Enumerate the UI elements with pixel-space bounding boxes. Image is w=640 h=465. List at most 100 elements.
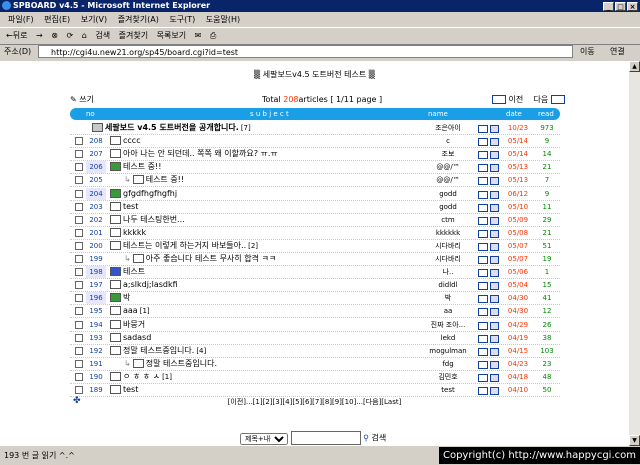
subject-text[interactable]: 정말 테스트중입니다. — [146, 359, 217, 368]
row-subject[interactable]: 나두 테스팅한번... — [110, 214, 185, 226]
close-button[interactable]: × — [627, 2, 638, 11]
mail-icon[interactable] — [478, 151, 488, 160]
mail-icon[interactable] — [478, 164, 488, 173]
row-subject[interactable]: ㅇ ㅎ ㅎ ㅅ [1] — [110, 371, 172, 383]
row-subject[interactable]: 테스트 — [110, 266, 145, 278]
mail-icon[interactable] — [478, 216, 488, 225]
menu-view[interactable]: 보기(V) — [81, 15, 107, 24]
row-subject[interactable]: 바뭉거 — [110, 319, 145, 331]
mail-icon[interactable] — [478, 387, 488, 395]
table-row[interactable]: 199 ↳ 아주 좋습니다 테스트 무사히 합격 ㅋㅋ 시다바리 05/07 19 — [70, 253, 560, 266]
menu-favorites[interactable]: 즐겨찾기(A) — [118, 15, 159, 24]
table-row[interactable]: 189 test test 04/10 50 — [70, 384, 560, 397]
row-author[interactable]: ctm — [418, 214, 478, 226]
subject-text[interactable]: 테스트 중!! — [146, 175, 184, 184]
subject-text[interactable]: cccc — [123, 136, 141, 145]
table-row[interactable]: 197 a;slkdj;lasdkfi didldl 05/04 15 — [70, 279, 560, 293]
refresh-icon[interactable]: ⟳ — [66, 31, 73, 40]
subject-text[interactable]: 테스트는 이렇게 하는거지 바보들아.. — [123, 241, 246, 250]
homepage-icon[interactable] — [490, 138, 499, 147]
table-row[interactable]: 195 aaa [1] aa 04/30 12 — [70, 305, 560, 319]
subject-text[interactable]: 박 — [123, 293, 130, 302]
row-author[interactable]: didldl — [418, 279, 478, 291]
row-subject[interactable]: 박 — [110, 292, 130, 304]
homepage-icon[interactable] — [490, 387, 499, 395]
table-row[interactable]: 198 테스트 나.. 05/06 1 — [70, 266, 560, 280]
table-row[interactable]: 202 나두 테스팅한번... ctm 05/09 29 — [70, 214, 560, 227]
homepage-icon[interactable] — [490, 203, 499, 212]
row-checkbox[interactable] — [75, 137, 83, 146]
subject-text[interactable]: 정말 테스트중입니다. — [123, 346, 194, 355]
mail-icon[interactable]: ✉ — [195, 31, 202, 40]
row-author[interactable]: 김민호 — [418, 371, 478, 383]
mail-icon[interactable] — [478, 203, 488, 212]
homepage-icon[interactable] — [490, 347, 499, 356]
row-checkbox[interactable] — [75, 359, 83, 368]
row-subject[interactable]: a;slkdj;lasdkfi — [110, 279, 178, 291]
home-icon[interactable]: ⌂ — [82, 31, 87, 40]
mail-icon[interactable] — [478, 295, 488, 304]
homepage-icon[interactable] — [490, 190, 499, 199]
row-author[interactable]: c — [418, 135, 478, 147]
table-row[interactable]: 207 아아 나는 안 되던데.. 쪽쪽 왜 이할까요? ㅠ.ㅠ 조보 05/14 14 — [70, 148, 560, 162]
row-checkbox[interactable] — [75, 163, 83, 172]
row-checkbox[interactable] — [75, 346, 83, 355]
prev-link[interactable]: 이전 — [509, 95, 524, 104]
subject-text[interactable]: kkkkk — [123, 228, 146, 237]
row-checkbox[interactable] — [75, 228, 83, 237]
row-checkbox[interactable] — [75, 202, 83, 211]
mail-icon[interactable] — [478, 229, 488, 238]
prev-arrow-icon[interactable] — [492, 95, 506, 104]
search-input[interactable] — [290, 431, 361, 445]
row-checkbox[interactable] — [75, 268, 83, 277]
homepage-icon[interactable] — [490, 321, 499, 330]
scroll-down-icon[interactable]: ▼ — [629, 435, 640, 446]
homepage-icon[interactable] — [490, 308, 499, 317]
row-author[interactable]: mogulman — [418, 345, 478, 357]
mail-icon[interactable] — [478, 190, 488, 199]
table-row[interactable]: 세팔보드 v4.5 도트버전을 공개합니다. [7] 조은아이 10/23 973 — [70, 122, 560, 135]
table-row[interactable]: 190 ㅇ ㅎ ㅎ ㅅ [1] 김민호 04/18 48 — [70, 371, 560, 384]
row-checkbox[interactable] — [75, 176, 83, 185]
row-author[interactable]: 박 — [418, 292, 478, 304]
next-link[interactable]: 다음 — [533, 95, 548, 104]
vertical-scrollbar[interactable]: ▲ ▼ — [629, 61, 640, 446]
row-subject[interactable]: 정말 테스트중입니다. [4] — [110, 345, 206, 357]
pagination[interactable]: [이전]...[1][2][3][4][5][6][7][8][9][10]..… — [0, 397, 629, 407]
table-row[interactable]: 201 kkkkk kkkkkk 05/08 21 — [70, 227, 560, 240]
subject-text[interactable]: aaa — [123, 306, 138, 315]
address-input[interactable]: http://cgi4u.new21.org/sp45/board.cgi?id… — [38, 45, 573, 58]
search-button[interactable]: 검색 — [95, 31, 110, 40]
table-row[interactable]: 200 테스트는 이렇게 하는거지 바보들아.. [2] 시다바리 05/07 51 — [70, 240, 560, 253]
search-scope-select[interactable]: 제목+내용 — [240, 432, 288, 445]
homepage-icon[interactable] — [490, 360, 499, 369]
table-row[interactable]: 208 cccc c 05/14 9 — [70, 135, 560, 149]
row-author[interactable]: fdg — [418, 358, 478, 370]
subject-text[interactable]: test — [123, 385, 138, 394]
homepage-icon[interactable] — [490, 334, 499, 343]
homepage-icon[interactable] — [490, 216, 499, 225]
mail-icon[interactable] — [478, 256, 488, 264]
row-author[interactable]: 조보 — [418, 148, 478, 160]
homepage-icon[interactable] — [490, 164, 499, 173]
subject-text[interactable]: 나두 테스팅한번... — [123, 215, 185, 224]
mail-icon[interactable] — [478, 373, 488, 382]
subject-text[interactable]: 바뭉거 — [123, 320, 145, 329]
mail-icon[interactable] — [478, 347, 488, 356]
row-subject[interactable]: ↳ 아주 좋습니다 테스트 무사히 합격 ㅋㅋ — [124, 253, 276, 265]
row-author[interactable]: aa — [418, 305, 478, 317]
row-subject[interactable]: gfgdfhgfhgfhj — [110, 188, 177, 200]
next-arrow-icon[interactable] — [550, 95, 565, 104]
row-author[interactable]: 나.. — [418, 266, 478, 278]
maximize-button[interactable]: □ — [615, 2, 626, 11]
homepage-icon[interactable] — [490, 373, 499, 382]
links-button[interactable]: 연결 — [610, 44, 625, 60]
write-button[interactable]: ✎ 쓰기 — [70, 94, 94, 105]
mail-icon[interactable] — [478, 282, 488, 291]
subject-text[interactable]: a;slkdj;lasdkfi — [123, 280, 178, 289]
subject-text[interactable]: 테스트 중!! — [123, 162, 161, 171]
go-button[interactable]: 이동 — [580, 44, 595, 60]
row-author[interactable]: @@/™ — [418, 161, 478, 173]
mail-icon[interactable] — [478, 138, 488, 147]
row-subject[interactable]: ↳ 테스트 중!! — [124, 174, 184, 186]
